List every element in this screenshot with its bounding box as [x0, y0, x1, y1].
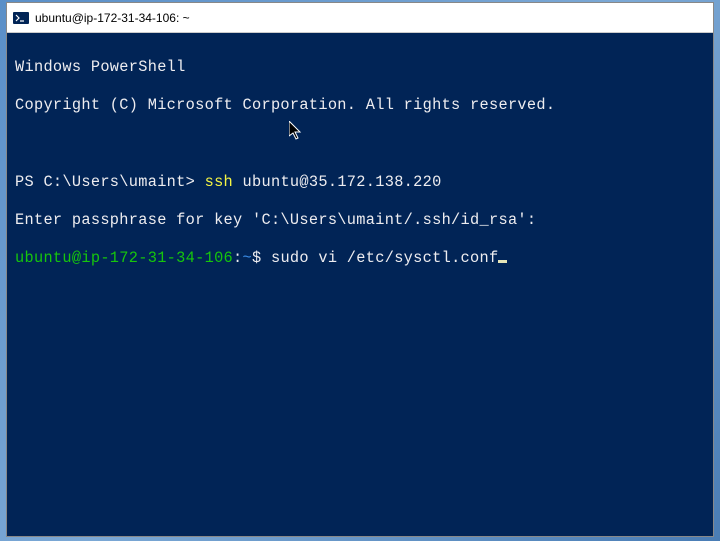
window-title: ubuntu@ip-172-31-34-106: ~ [35, 11, 190, 25]
ssh-target: ubuntu@35.172.138.220 [233, 173, 442, 191]
bash-command: sudo vi /etc/sysctl.conf [271, 249, 499, 267]
bash-user-host: ubuntu@ip-172-31-34-106 [15, 249, 233, 267]
terminal-blank-line [15, 135, 705, 154]
terminal-line: Windows PowerShell [15, 58, 705, 77]
titlebar[interactable]: ubuntu@ip-172-31-34-106: ~ [7, 3, 713, 33]
terminal-window: ubuntu@ip-172-31-34-106: ~ Windows Power… [6, 2, 714, 537]
terminal-line: Enter passphrase for key 'C:\Users\umain… [15, 211, 705, 230]
terminal-cursor [498, 260, 507, 263]
powershell-icon [13, 10, 29, 26]
bash-colon: : [233, 249, 242, 267]
terminal-line: PS C:\Users\umaint> ssh ubuntu@35.172.13… [15, 173, 705, 192]
terminal-body[interactable]: Windows PowerShell Copyright (C) Microso… [7, 33, 713, 536]
terminal-line: Copyright (C) Microsoft Corporation. All… [15, 96, 705, 115]
bash-dollar: $ [252, 249, 271, 267]
terminal-line: ubuntu@ip-172-31-34-106:~$ sudo vi /etc/… [15, 249, 705, 268]
ps-prompt: PS C:\Users\umaint> [15, 173, 205, 191]
ssh-command: ssh [205, 173, 233, 191]
bash-path: ~ [243, 249, 252, 267]
